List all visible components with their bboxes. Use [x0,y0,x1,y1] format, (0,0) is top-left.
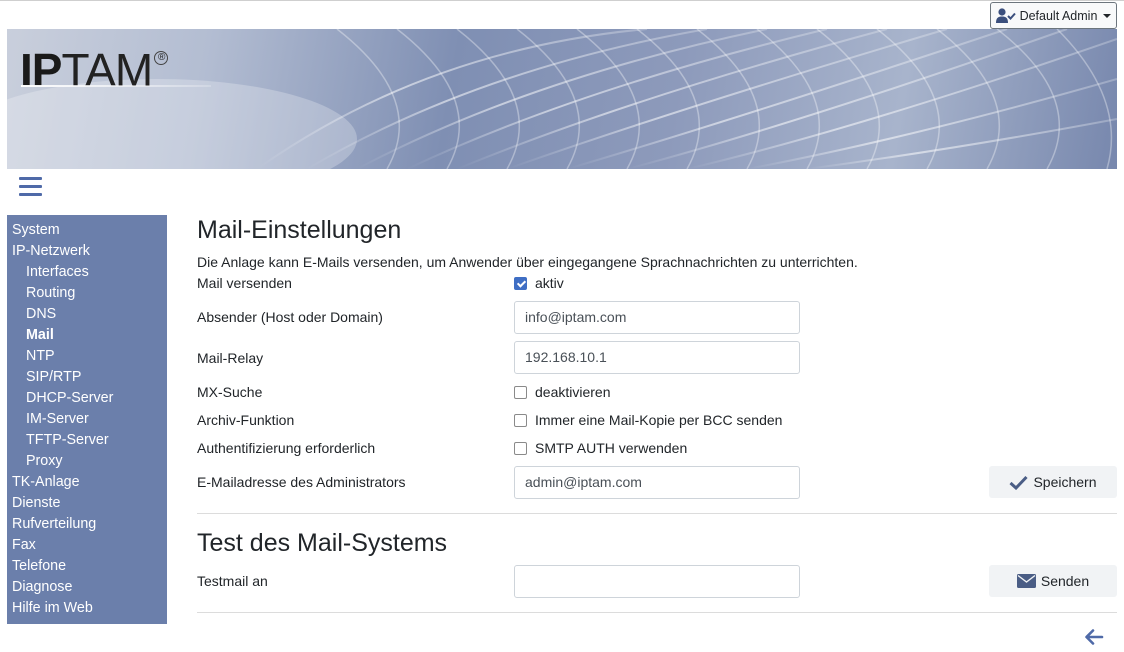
sender-input[interactable]: info@iptam.com [514,301,800,334]
sender-label: Absender (Host oder Domain) [197,309,383,325]
send-button[interactable]: Senden [989,565,1117,597]
sidebar-item-diagnose[interactable]: Diagnose [7,577,167,598]
page-title: Mail-Einstellungen [197,216,402,244]
user-check-icon [995,7,1016,23]
sidebar-item-hilfe-im-web[interactable]: Hilfe im Web [7,598,167,619]
sidebar-nav: System IP-Netzwerk Interfaces Routing DN… [7,215,167,624]
sidebar-item-tftp-server[interactable]: TFTP-Server [7,430,167,451]
sidebar-item-telefone[interactable]: Telefone [7,556,167,577]
user-name: Default Admin [1019,8,1098,23]
sidebar-item-dienste[interactable]: Dienste [7,493,167,514]
archive-checkbox[interactable] [514,413,527,427]
auth-checkbox[interactable] [514,441,527,455]
sidebar-item-routing[interactable]: Routing [7,283,167,304]
admin-email-label: E-Mailadresse des Administrators [197,474,406,490]
relay-input[interactable]: 192.168.10.1 [514,341,800,374]
relay-label: Mail-Relay [197,350,264,366]
sidebar-item-im-server[interactable]: IM-Server [7,409,167,430]
mail-send-label: Mail versenden [197,275,292,291]
iptam-logo: IP TAM ® [20,43,169,97]
user-menu-button[interactable]: Default Admin [990,2,1117,29]
sidebar-item-system[interactable]: System [7,220,167,241]
archive-checkbox-row[interactable]: Immer eine Mail-Kopie per BCC senden [514,412,782,428]
sidebar-item-proxy[interactable]: Proxy [7,451,167,472]
logo-underline [21,85,211,87]
sidebar-item-rufverteilung[interactable]: Rufverteilung [7,514,167,535]
test-section-title: Test des Mail-Systems [197,529,448,557]
auth-checkbox-row[interactable]: SMTP AUTH verwenden [514,440,687,456]
archive-check-label: Immer eine Mail-Kopie per BCC senden [535,412,783,428]
send-button-label: Senden [1040,573,1090,589]
checkmark-icon [1009,475,1029,490]
mail-send-checkbox-row[interactable]: aktiv [514,275,564,291]
auth-label: Authentifizierung erforderlich [197,440,376,456]
sidebar-item-tk-anlage[interactable]: TK-Anlage [7,472,167,493]
mail-description: Die Anlage kann E-Mails versenden, um An… [197,254,858,270]
arrow-left-icon[interactable] [1084,628,1104,646]
sidebar-item-sip-rtp[interactable]: SIP/RTP [7,367,167,388]
auth-check-label: SMTP AUTH verwenden [535,440,688,456]
menu-toggle-icon[interactable] [19,177,42,196]
envelope-icon [1016,574,1036,588]
sidebar-item-ntp[interactable]: NTP [7,346,167,367]
sidebar-item-mail[interactable]: Mail [7,325,167,346]
mail-send-checkbox[interactable] [514,276,527,290]
banner-grid-graphic [7,29,1117,169]
header-banner: IP TAM ® [7,29,1117,169]
save-button[interactable]: Speichern [989,466,1117,498]
caret-down-icon [1103,13,1112,18]
sidebar-item-fax[interactable]: Fax [7,535,167,556]
sidebar-item-dhcp-server[interactable]: DHCP-Server [7,388,167,409]
sidebar-item-dns[interactable]: DNS [7,304,167,325]
admin-email-input[interactable]: admin@iptam.com [514,466,800,499]
mx-checkbox-row[interactable]: deaktivieren [514,384,611,400]
sidebar-item-ip-netzwerk[interactable]: IP-Netzwerk [7,241,167,262]
section-divider-bottom [197,612,1117,613]
mx-check-label: deaktivieren [535,384,611,400]
mx-label: MX-Suche [197,384,263,400]
mx-checkbox[interactable] [514,385,527,399]
archive-label: Archiv-Funktion [197,412,295,428]
mail-send-check-label: aktiv [535,275,564,291]
save-button-label: Speichern [1033,474,1097,490]
testmail-label: Testmail an [197,573,268,589]
testmail-input[interactable] [514,565,800,598]
sidebar-item-interfaces[interactable]: Interfaces [7,262,167,283]
section-divider [197,513,1117,514]
